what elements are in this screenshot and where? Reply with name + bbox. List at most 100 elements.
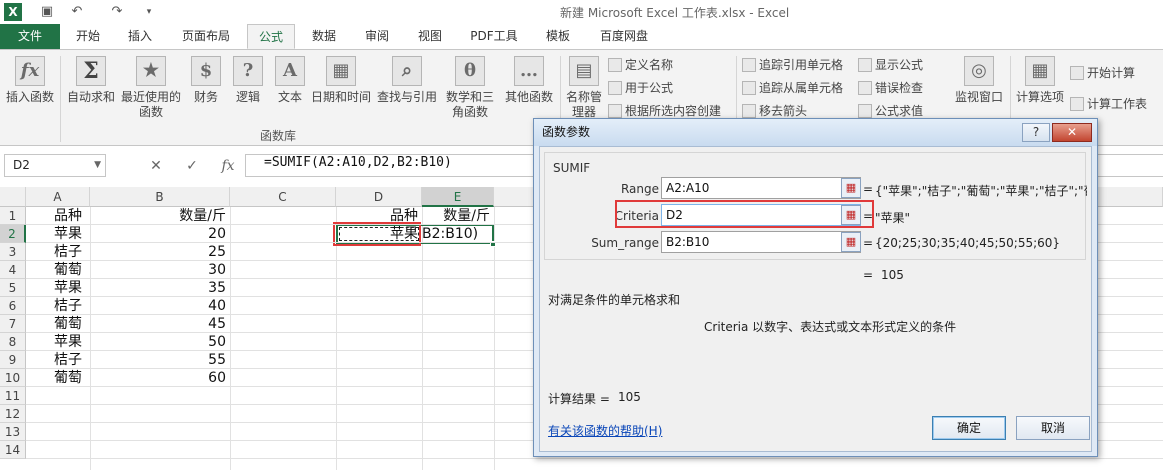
row-header[interactable]: 7 [0,315,26,333]
undo-icon[interactable]: ↶ [68,3,86,21]
tab-review[interactable]: 审阅 [353,24,401,49]
row-header[interactable]: 3 [0,243,26,261]
tab-templates[interactable]: 模板 [534,24,582,49]
calculation-options-button[interactable]: ▦ 计算选项 [1014,56,1066,105]
row-header[interactable]: 5 [0,279,26,297]
cell-a[interactable]: 葡萄 [50,369,90,387]
watch-window-button[interactable]: ◎ 监视窗口 [952,56,1006,105]
row-header[interactable]: 14 [0,441,26,459]
row-header[interactable]: 6 [0,297,26,315]
tab-data[interactable]: 数据 [300,24,348,49]
tab-baidu-pan[interactable]: 百度网盘 [588,24,660,49]
row-header[interactable]: 9 [0,351,26,369]
sum-range-input[interactable]: B2:B10 [661,231,861,253]
trace-precedents-button[interactable]: 追踪引用单元格 [742,56,843,74]
redo-icon[interactable]: ↷ [108,3,126,21]
column-header-a[interactable]: A [26,187,90,207]
cell-a[interactable]: 苹果 [50,225,90,243]
dialog-close-button[interactable]: ✕ [1052,123,1092,142]
name-box-value: D2 [13,158,30,172]
cell-b[interactable]: 35 [90,279,230,297]
tab-insert[interactable]: 插入 [116,24,164,49]
name-manager-button[interactable]: ▤ 名称管理器 [564,56,604,120]
enter-icon[interactable]: ✓ [182,157,202,175]
cell-a[interactable]: 品种 [50,207,90,225]
function-icon[interactable]: fx [218,157,238,175]
autosum-button[interactable]: Σ 自动求和 [64,56,118,105]
cell-b[interactable]: 30 [90,261,230,279]
cell-b[interactable]: 60 [90,369,230,387]
cell-a[interactable]: 桔子 [50,243,90,261]
calculate-now-label: 开始计算 [1087,66,1136,80]
sum-range-collapse-icon[interactable]: ▦ [841,232,861,252]
row-header[interactable]: 11 [0,387,26,405]
calculate-sheet-button[interactable]: 计算工作表 [1070,95,1147,113]
cell-b[interactable]: 45 [90,315,230,333]
tab-home[interactable]: 开始 [64,24,112,49]
math-trig-button[interactable]: θ 数学和三角函数 [442,56,498,120]
name-box[interactable]: D2 ▼ [4,154,106,177]
cell-b[interactable]: 数量/斤 [90,207,230,225]
lookup-reference-button[interactable]: ⌕ 查找与引用 [374,56,440,105]
cell-a[interactable]: 桔子 [50,351,90,369]
range-input[interactable]: A2:A10 [661,177,861,199]
column-header-e[interactable]: E [422,187,494,207]
error-checking-button[interactable]: 错误检查 [858,79,923,97]
row-header[interactable]: 12 [0,405,26,423]
cell-b[interactable]: 40 [90,297,230,315]
date-time-button[interactable]: ▦ 日期和时间 [310,56,372,105]
insert-function-button[interactable]: fx 插入函数 [4,56,56,105]
cell-a[interactable]: 桔子 [50,297,90,315]
highlight-box-criteria [615,200,874,228]
cell-a[interactable]: 葡萄 [50,315,90,333]
row-header[interactable]: 10 [0,369,26,387]
tab-pdf-tools[interactable]: PDF工具 [460,24,528,49]
cell-a[interactable]: 苹果 [50,333,90,351]
column-header-c[interactable]: C [230,187,336,207]
financial-button[interactable]: $ 财务 [186,56,226,105]
more-functions-button[interactable]: … 其他函数 [500,56,558,105]
tab-page-layout[interactable]: 页面布局 [170,24,242,49]
gridline [26,458,1163,459]
trace-dependents-button[interactable]: 追踪从属单元格 [742,79,843,97]
tab-file[interactable]: 文件 [0,24,60,49]
recent-functions-button[interactable]: ★ 最近使用的函数 [120,56,182,120]
define-name-button[interactable]: 定义名称 [608,56,673,74]
row-header[interactable]: 2 [0,225,26,243]
range-collapse-icon[interactable]: ▦ [841,178,861,198]
row-header[interactable]: 4 [0,261,26,279]
tab-view[interactable]: 视图 [406,24,454,49]
use-in-formula-button[interactable]: 用于公式 [608,79,673,97]
cancel-icon[interactable]: ✕ [146,157,166,175]
cancel-button[interactable]: 取消 [1016,416,1090,440]
function-help-link[interactable]: 有关该函数的帮助(H) [548,422,662,439]
logical-button[interactable]: ? 逻辑 [228,56,268,105]
sum-range-label: Sum_range [591,236,659,250]
chevron-down-icon[interactable]: ▼ [94,155,101,176]
column-header-b[interactable]: B [90,187,230,207]
calculate-now-button[interactable]: 开始计算 [1070,64,1135,82]
dialog-help-button[interactable]: ? [1022,123,1050,142]
row-header[interactable]: 1 [0,207,26,225]
ok-button[interactable]: 确定 [932,416,1006,440]
cell-b[interactable]: 50 [90,333,230,351]
row-header[interactable]: 8 [0,333,26,351]
cell-a[interactable]: 葡萄 [50,261,90,279]
create-from-selection-icon [608,104,622,118]
create-from-selection-label: 根据所选内容创建 [625,104,722,118]
save-icon[interactable]: ▣ [38,3,56,21]
autosum-label: 自动求和 [66,90,115,104]
cell-e1[interactable]: 数量/斤 [422,207,494,225]
cell-a[interactable]: 苹果 [50,279,90,297]
column-header-d[interactable]: D [336,187,422,207]
customize-icon[interactable]: ▾ [140,3,158,21]
text-functions-button[interactable]: A 文本 [270,56,310,105]
cell-b[interactable]: 20 [90,225,230,243]
select-all-corner[interactable] [0,187,26,207]
show-formulas-button[interactable]: 显示公式 [858,56,923,74]
cell-b[interactable]: 55 [90,351,230,369]
row-header[interactable]: 13 [0,423,26,441]
tab-formulas[interactable]: 公式 [247,24,295,49]
cell-b[interactable]: 25 [90,243,230,261]
more-functions-icon: … [514,56,544,86]
